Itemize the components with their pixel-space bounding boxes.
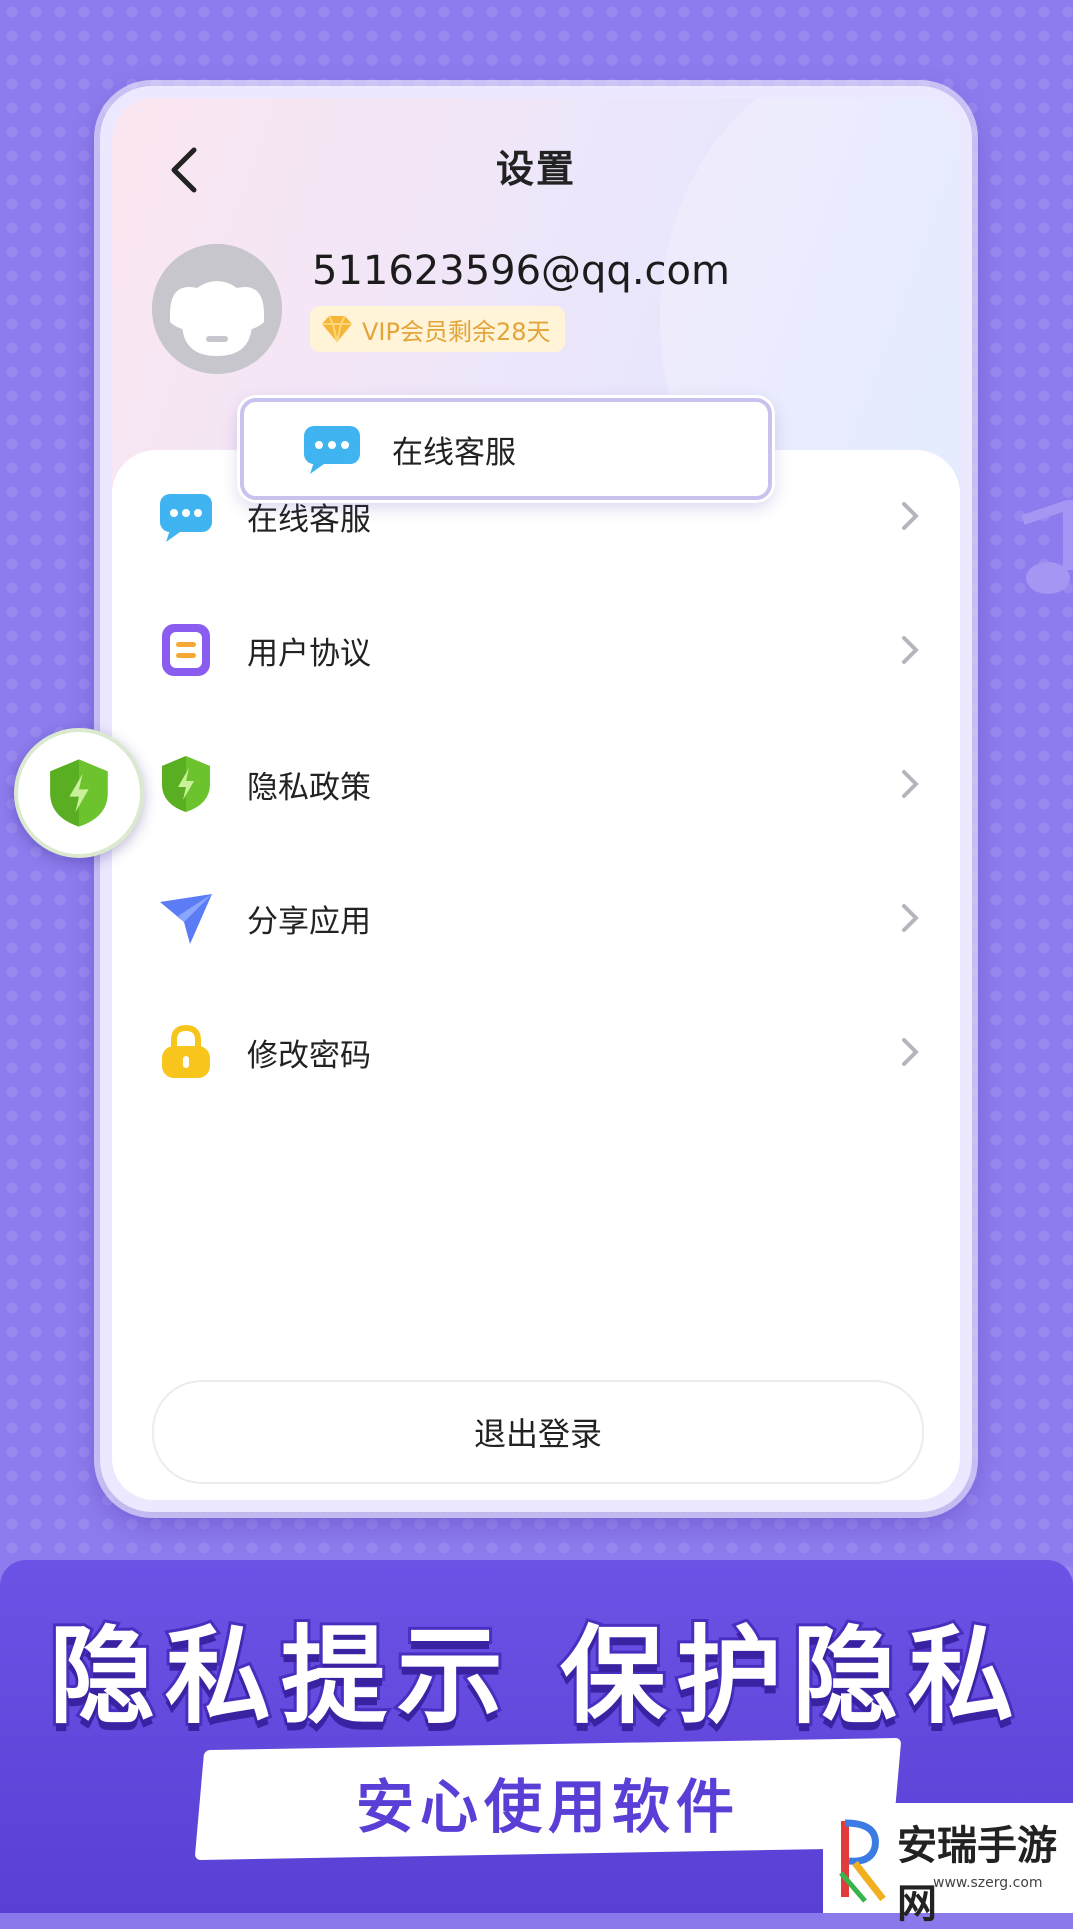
site-watermark: 安瑞手游网 www.szerg.com — [823, 1803, 1073, 1927]
settings-screen: 设置 511623596@qq.com VIP会员剩余28天 在线客服 用户协议… — [112, 98, 960, 1500]
menu-item-label: 修改密码 — [247, 1037, 371, 1074]
watermark-name: 安瑞手游网 — [897, 1822, 1057, 1927]
menu-item-change-password[interactable]: 修改密码 — [112, 1002, 960, 1102]
chevron-right-icon — [902, 770, 919, 798]
shield-callout-bubble — [14, 728, 144, 858]
promo-title: 隐私提示 保护隐私 — [46, 1612, 1024, 1741]
chat-bubble-icon — [160, 494, 212, 542]
chevron-right-icon — [902, 502, 919, 530]
default-avatar-icon — [152, 244, 282, 374]
page-title: 设置 — [495, 147, 576, 191]
chevron-right-icon — [902, 636, 919, 664]
send-plane-icon — [160, 894, 212, 944]
document-icon — [162, 624, 210, 676]
vip-status-badge[interactable]: VIP会员剩余28天 — [310, 306, 565, 352]
music-note-decoration — [1021, 500, 1073, 594]
diamond-icon — [322, 315, 352, 343]
watermark-logo-icon — [839, 1819, 886, 1903]
account-email: 511623596@qq.com — [312, 248, 730, 294]
menu-item-user-agreement[interactable]: 用户协议 — [112, 600, 960, 700]
menu-item-label: 在线客服 — [247, 501, 371, 538]
phone-frame: 设置 511623596@qq.com VIP会员剩余28天 在线客服 用户协议… — [100, 86, 972, 1512]
menu-item-label: 隐私政策 — [247, 769, 371, 806]
promo-subtitle: 安心使用软件 — [355, 1773, 740, 1841]
callout-label: 在线客服 — [392, 434, 516, 471]
chevron-right-icon — [902, 904, 919, 932]
chat-bubble-icon — [304, 426, 360, 474]
watermark-url: www.szerg.com — [933, 1875, 1043, 1891]
chevron-right-icon — [902, 1038, 919, 1066]
lock-icon — [162, 1024, 210, 1078]
settings-menu-panel: 在线客服 用户协议 隐私政策 分享应用 修改密码 — [112, 450, 960, 1500]
menu-item-label: 用户协议 — [247, 635, 371, 672]
shield-icon — [162, 756, 210, 812]
menu-item-share-app[interactable]: 分享应用 — [112, 868, 960, 968]
shield-icon — [50, 759, 108, 827]
logout-button[interactable]: 退出登录 — [152, 1380, 924, 1484]
avatar[interactable] — [152, 244, 282, 374]
highlighted-online-service-callout[interactable]: 在线客服 — [240, 398, 772, 500]
menu-item-label: 分享应用 — [247, 903, 371, 940]
vip-status-text: VIP会员剩余28天 — [362, 317, 551, 346]
menu-item-privacy-policy[interactable]: 隐私政策 — [112, 734, 960, 834]
top-bar: 设置 — [112, 98, 960, 228]
